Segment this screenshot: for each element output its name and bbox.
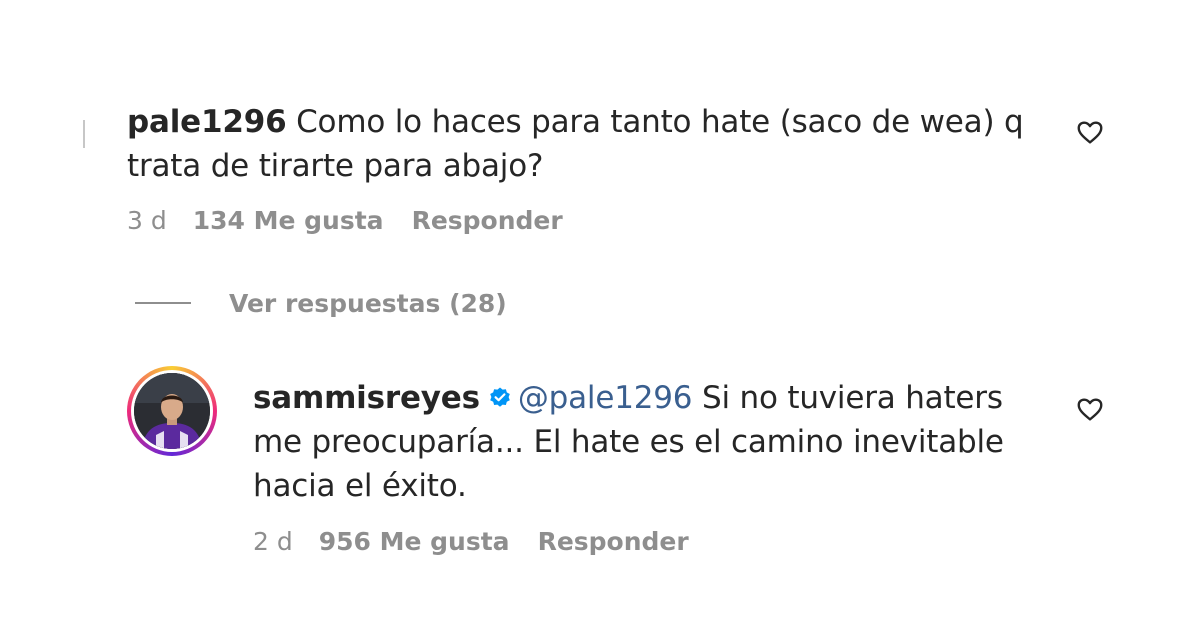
view-replies-button[interactable]: Ver respuestas (28)	[135, 288, 507, 318]
avatar[interactable]	[127, 366, 217, 456]
comment-2-like-heart-icon[interactable]	[1075, 394, 1105, 424]
comment-1-likes[interactable]: 134 Me gusta	[193, 206, 384, 235]
comment-2-time: 2 d	[253, 527, 293, 556]
avatar-inner-ring	[131, 370, 213, 452]
comment-2-mention[interactable]: @pale1296	[518, 380, 693, 416]
view-replies-label: Ver respuestas (28)	[229, 288, 507, 318]
comment-1-like-heart-icon[interactable]	[1075, 117, 1105, 147]
comment-2-meta: 2 d 956 Me gusta Responder	[253, 527, 689, 556]
comment-2-username[interactable]: sammisreyes	[253, 380, 480, 416]
comment-1-body: pale1296 Como lo haces para tanto hate (…	[127, 100, 1047, 188]
comment-2-body: sammisreyes @pale1296 Si no tuviera hate…	[253, 376, 1033, 508]
avatar-portrait-icon	[134, 373, 210, 449]
comment-2-likes[interactable]: 956 Me gusta	[319, 527, 510, 556]
comment-1-meta: 3 d 134 Me gusta Responder	[127, 206, 563, 235]
comment-1-reply-button[interactable]: Responder	[412, 206, 563, 235]
view-replies-line	[135, 302, 191, 304]
comment-1-username[interactable]: pale1296	[127, 104, 287, 140]
comment-1-time: 3 d	[127, 206, 167, 235]
verified-badge-icon	[490, 387, 510, 407]
avatar-photo	[134, 373, 210, 449]
left-edge-divider	[83, 120, 85, 148]
comment-2-reply-button[interactable]: Responder	[538, 527, 689, 556]
